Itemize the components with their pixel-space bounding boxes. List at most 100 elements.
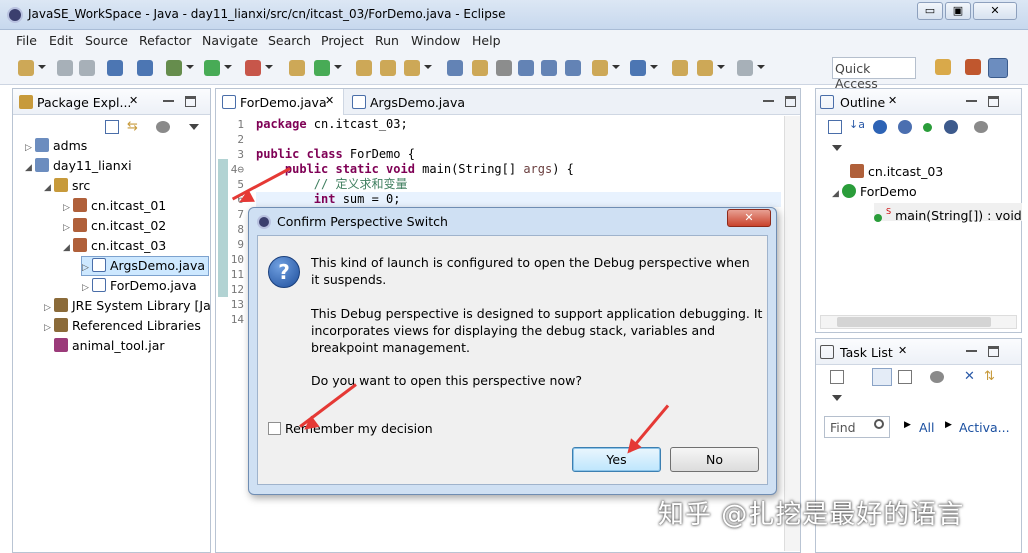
maximize-view-icon[interactable] [988, 96, 999, 107]
last-edit-icon[interactable] [565, 60, 581, 76]
view-menu-icon[interactable] [974, 121, 988, 133]
expanded-twisty-icon[interactable]: ◢ [63, 239, 73, 257]
open-task-icon[interactable] [380, 60, 396, 76]
tree-item[interactable]: ▷ JRE System Library [Ja [44, 297, 211, 315]
run-icon[interactable] [204, 60, 220, 76]
close-tab-icon[interactable]: ✕ [898, 344, 907, 357]
tree-item[interactable]: ▷ adms [25, 137, 87, 155]
maximize-view-icon[interactable] [785, 96, 796, 107]
close-window-button[interactable]: ✕ [973, 2, 1017, 20]
synchronize-icon[interactable]: ⇅ [984, 369, 995, 384]
open-type-icon[interactable] [356, 60, 372, 76]
tree-item[interactable]: ▷ cn.itcast_01 [63, 197, 166, 215]
quick-access-field[interactable]: Quick Access [832, 57, 916, 91]
scheduled-icon[interactable] [898, 370, 912, 384]
collapsed-twisty-icon[interactable]: ▷ [82, 259, 92, 277]
outline-item-package[interactable]: cn.itcast_03 [850, 163, 943, 181]
tree-item[interactable]: ▷ Referenced Libraries [44, 317, 201, 335]
menu-window[interactable]: Window [411, 33, 460, 48]
dropdown-arrow-icon[interactable] [186, 65, 194, 69]
forward-icon[interactable] [737, 60, 753, 76]
code-line[interactable]: package cn.itcast_03; [256, 117, 408, 132]
yes-button[interactable]: Yes [572, 447, 661, 472]
next-annotation-icon[interactable] [518, 60, 534, 76]
new-package-icon[interactable] [314, 60, 330, 76]
save-icon[interactable] [57, 60, 73, 76]
sort-icon[interactable]: ↓a [849, 118, 865, 131]
menu-search[interactable]: Search [268, 33, 311, 48]
debug-icon[interactable] [166, 60, 182, 76]
close-tab-icon[interactable]: ✕ [325, 94, 334, 107]
back-history-icon[interactable] [697, 60, 713, 76]
menu-run[interactable]: Run [375, 33, 399, 48]
tree-item[interactable]: ◢ cn.itcast_03 [63, 237, 166, 255]
window-title-bar[interactable]: JavaSE_WorkSpace - Java - day11_lianxi/s… [0, 0, 1028, 30]
hide-local-types-icon[interactable] [944, 120, 958, 134]
tab-fordemo[interactable]: ForDemo.java ✕ [216, 89, 344, 115]
minimize-button[interactable]: ▭ [917, 2, 943, 20]
new-task-icon[interactable] [830, 370, 844, 384]
menu-file[interactable]: File [16, 33, 37, 48]
code-line[interactable]: public static void main(String[] args) { [256, 162, 574, 177]
dropdown-arrow-icon[interactable] [265, 65, 273, 69]
dropdown-arrow-icon[interactable] [757, 65, 765, 69]
outline-item-method[interactable]: Smain(String[]) : void [874, 203, 1022, 223]
menu-help[interactable]: Help [472, 33, 501, 48]
link-with-editor-icon[interactable]: ⇆ [127, 120, 141, 134]
dialog-close-button[interactable]: ✕ [727, 209, 771, 227]
activate-link[interactable]: Activa... [959, 420, 1010, 435]
hide-completed-icon[interactable] [930, 371, 944, 383]
maximize-view-icon[interactable] [988, 346, 999, 357]
minimize-view-icon[interactable] [763, 96, 774, 102]
tree-item[interactable]: ◢ src [44, 177, 90, 195]
menu-edit[interactable]: Edit [49, 33, 73, 48]
tree-item[interactable]: ▷ cn.itcast_02 [63, 217, 166, 235]
maximize-view-icon[interactable] [185, 96, 196, 107]
save-all-icon[interactable] [79, 60, 95, 76]
collapse-tasks-icon[interactable]: ✕ [964, 369, 975, 384]
java-perspective-icon[interactable] [988, 58, 1008, 78]
dropdown-arrow-icon[interactable] [612, 65, 620, 69]
minimize-view-icon[interactable] [163, 96, 174, 102]
code-line[interactable]: public class ForDemo { [256, 147, 415, 162]
tab-argsdemo[interactable]: ArgsDemo.java [346, 89, 476, 115]
view-menu-dropdown-icon[interactable] [832, 145, 842, 151]
search-icon[interactable] [404, 60, 420, 76]
collapse-all-icon[interactable] [105, 120, 119, 134]
dropdown-arrow-icon[interactable] [38, 65, 46, 69]
hide-static-icon[interactable] [898, 120, 912, 134]
close-tab-icon[interactable]: ✕ [888, 94, 897, 107]
dropdown-arrow-icon[interactable] [650, 65, 658, 69]
collapsed-twisty-icon[interactable]: ▷ [63, 219, 73, 237]
overview-ruler[interactable] [784, 116, 800, 551]
collapsed-twisty-icon[interactable]: ▷ [82, 279, 92, 297]
dropdown-arrow-icon[interactable] [424, 65, 432, 69]
outline-tab[interactable]: Outline [840, 95, 885, 110]
code-line[interactable]: // 定义求和变量 [256, 177, 408, 192]
tree-item[interactable]: ▷ ForDemo.java [82, 277, 197, 295]
collapsed-twisty-icon[interactable]: ▷ [25, 139, 35, 157]
remember-checkbox[interactable] [268, 422, 281, 435]
minimize-view-icon[interactable] [966, 346, 977, 352]
menu-navigate[interactable]: Navigate [202, 33, 258, 48]
toggle-block-selection-icon[interactable] [472, 60, 488, 76]
tree-item[interactable]: ▷ ArgsDemo.java [80, 256, 210, 277]
outline-item-class[interactable]: ◢ ForDemo [832, 183, 917, 201]
close-tab-icon[interactable]: ✕ [129, 94, 138, 107]
all-link[interactable]: All [919, 420, 935, 435]
package-explorer-tab[interactable]: Package Expl... [37, 95, 131, 110]
collapse-all-icon[interactable] [828, 120, 842, 134]
collapsed-twisty-icon[interactable]: ▷ [44, 299, 54, 317]
horizontal-scrollbar[interactable] [820, 315, 1017, 329]
open-perspective-icon[interactable] [935, 59, 951, 75]
expanded-twisty-icon[interactable]: ◢ [25, 159, 35, 177]
external-tools-icon[interactable] [245, 60, 261, 76]
prev-annotation-up-icon[interactable] [630, 60, 646, 76]
prev-annotation-icon[interactable] [541, 60, 557, 76]
skip-breakpoints-icon[interactable] [137, 60, 153, 76]
expanded-twisty-icon[interactable]: ◢ [44, 179, 54, 197]
dropdown-arrow-icon[interactable] [224, 65, 232, 69]
show-whitespace-icon[interactable] [496, 60, 512, 76]
new-java-project-icon[interactable] [289, 60, 305, 76]
java-ee-perspective-icon[interactable] [965, 59, 981, 75]
